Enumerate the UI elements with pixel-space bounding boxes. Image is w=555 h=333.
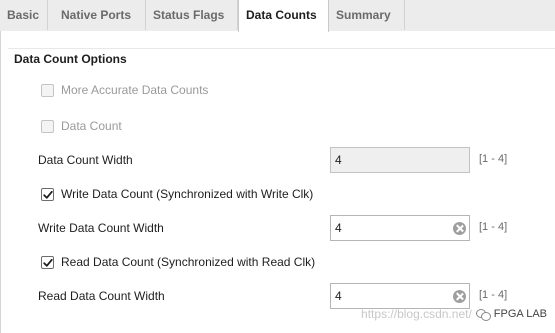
read-data-count-width-label: Read Data Count Width [38, 289, 165, 303]
read-data-count-label: Read Data Count (Synchronized with Read … [61, 255, 316, 269]
data-count-label: Data Count [61, 119, 122, 133]
write-data-count-width-label: Write Data Count Width [38, 221, 164, 235]
data-count-width-field: 4 [330, 147, 470, 173]
write-data-count-checkbox[interactable] [41, 187, 54, 201]
more-accurate-data-counts-checkbox[interactable] [41, 83, 54, 97]
write-data-count-width-range: [1 - 4] [479, 221, 508, 233]
tab-native-ports[interactable]: Native Ports [54, 0, 146, 30]
data-count-width-value: 4 [335, 153, 342, 167]
watermark: https://blog.csdn.net/ FPGA LAB [361, 307, 547, 321]
tab-basic[interactable]: Basic [0, 0, 48, 30]
tab-bar: Basic Native Ports Status Flags Data Cou… [0, 0, 555, 32]
checkmark-icon [43, 190, 53, 199]
more-accurate-data-counts-option: More Accurate Data Counts [41, 83, 208, 97]
read-data-count-option: Read Data Count (Synchronized with Read … [41, 255, 315, 269]
watermark-url: https://blog.csdn.net/ [361, 307, 472, 321]
tab-data-counts[interactable]: Data Counts [238, 0, 329, 32]
tab-summary[interactable]: Summary [329, 0, 405, 30]
tab-bar-spacer [405, 0, 555, 30]
data-count-checkbox[interactable] [41, 119, 54, 133]
read-data-count-width-value: 4 [335, 289, 342, 303]
section-divider [8, 48, 555, 49]
data-count-option: Data Count [41, 119, 122, 133]
write-data-count-label: Write Data Count (Synchronized with Writ… [61, 187, 314, 201]
read-data-count-width-range: [1 - 4] [479, 289, 508, 301]
clear-icon[interactable] [453, 290, 466, 303]
write-data-count-width-input[interactable]: 4 [330, 215, 470, 241]
watermark-brand: FPGA LAB [493, 308, 547, 320]
clear-icon[interactable] [453, 222, 466, 235]
data-counts-panel [0, 31, 555, 333]
wechat-icon [475, 308, 491, 321]
tab-status-flags[interactable]: Status Flags [146, 0, 238, 30]
data-count-width-range: [1 - 4] [479, 153, 508, 165]
read-data-count-checkbox[interactable] [41, 255, 54, 269]
write-data-count-option: Write Data Count (Synchronized with Writ… [41, 187, 313, 201]
section-title: Data Count Options [14, 52, 127, 66]
more-accurate-data-counts-label: More Accurate Data Counts [61, 83, 209, 97]
read-data-count-width-input[interactable]: 4 [330, 283, 470, 309]
write-data-count-width-value: 4 [335, 221, 342, 235]
data-count-width-label: Data Count Width [38, 153, 133, 167]
checkmark-icon [43, 258, 53, 267]
